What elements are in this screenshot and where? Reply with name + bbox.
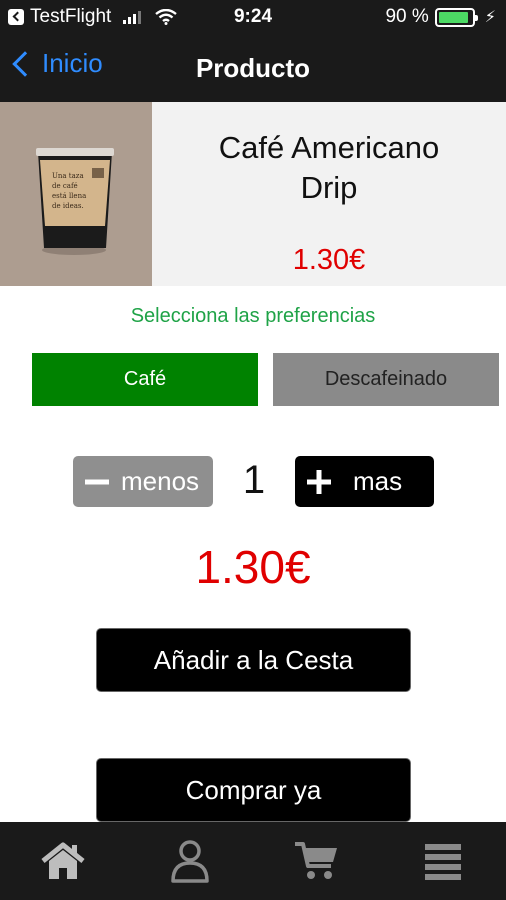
option-cafe-button[interactable]: Café	[32, 353, 258, 406]
menu-icon	[424, 844, 461, 880]
cart-icon	[295, 842, 338, 879]
tab-cart[interactable]	[253, 822, 380, 900]
tab-home[interactable]	[0, 822, 127, 900]
tab-bar	[0, 822, 506, 900]
home-icon	[41, 842, 85, 879]
decrease-label: menos	[121, 466, 200, 496]
cup-text-line: Una taza	[52, 172, 84, 180]
status-right: 90 % ⚡	[385, 6, 496, 28]
total-price: 1.30€	[195, 541, 311, 593]
option-descafeinado-button[interactable]: Descafeinado	[273, 353, 499, 406]
product-name-line1: Café Americano	[218, 130, 440, 165]
plus-icon	[295, 469, 343, 494]
cup-text-line: de ideas.	[52, 202, 84, 210]
quantity-value: 1	[242, 458, 266, 502]
product-name: Café Americano Drip	[152, 128, 506, 208]
nav-bar: Inicio Producto	[0, 34, 506, 102]
cup-text-line: de café	[52, 182, 78, 190]
cup-text-line: está llena	[52, 192, 86, 200]
battery-percent: 90 %	[385, 6, 429, 27]
preferences-label: Selecciona las preferencias	[130, 305, 376, 327]
product-price: 1.30€	[292, 244, 366, 276]
product-header: Una taza de café está llena de ideas. Ca…	[0, 102, 506, 286]
user-icon	[171, 840, 209, 883]
add-to-cart-button[interactable]: Añadir a la Cesta	[96, 628, 411, 692]
battery-fill	[438, 11, 468, 23]
minus-icon	[73, 479, 121, 485]
product-image: Una taza de café está llena de ideas.	[0, 102, 152, 286]
battery-icon	[434, 7, 478, 27]
status-bar: TestFlight 9:24 90 % ⚡	[0, 0, 506, 34]
charging-bolt-icon: ⚡	[484, 9, 496, 26]
buy-now-button[interactable]: Comprar ya	[96, 758, 411, 822]
page-title: Producto	[195, 53, 311, 83]
tab-menu[interactable]	[380, 822, 506, 900]
coffee-cup-icon: Una taza de café está llena de ideas.	[0, 102, 152, 286]
increase-label: mas	[353, 466, 403, 496]
decrease-quantity-button[interactable]: menos	[73, 456, 213, 507]
tab-profile[interactable]	[127, 822, 254, 900]
increase-quantity-button[interactable]: mas	[295, 456, 434, 507]
product-name-line2: Drip	[300, 170, 358, 205]
